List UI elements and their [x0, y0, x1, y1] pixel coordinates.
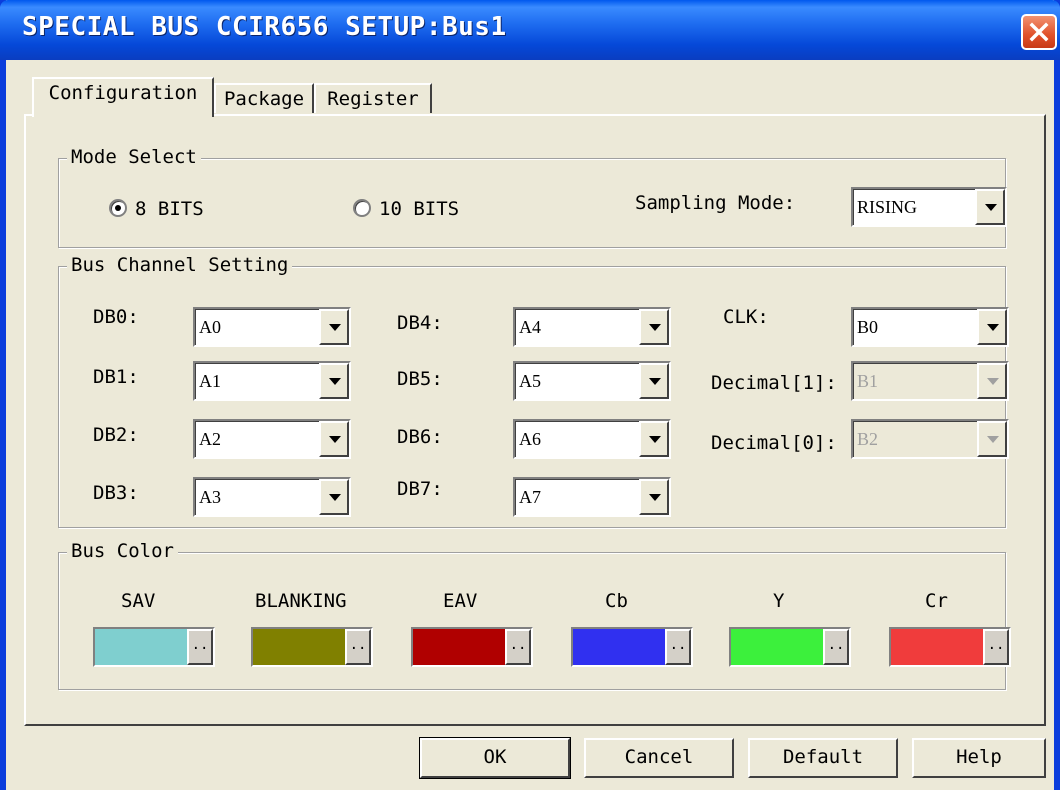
decimal-0-value: B2 [857, 429, 879, 449]
bus-channel-label: Bus Channel Setting [67, 253, 293, 277]
radio-10-bits-label: 10 BITS [379, 198, 460, 220]
radio-8-bits[interactable] [109, 199, 127, 217]
blanking-label: BLANKING [255, 590, 347, 612]
db2-select[interactable]: A2 [193, 419, 351, 459]
db1-select[interactable]: A1 [193, 361, 351, 401]
db5-select[interactable]: A5 [513, 361, 671, 401]
blanking-color-fill [253, 629, 345, 665]
close-button[interactable] [1021, 14, 1057, 50]
help-button[interactable]: Help [912, 738, 1046, 778]
sav-color-fill [95, 629, 187, 665]
radio-selected-dot [115, 205, 121, 211]
cancel-button[interactable]: Cancel [584, 738, 734, 778]
db5-label: DB5: [397, 368, 443, 390]
decimal-1-label: Decimal[1]: [711, 372, 837, 394]
dropdown-arrow-icon[interactable] [639, 479, 669, 515]
db5-value: A5 [519, 371, 541, 391]
blanking-color-picker-button[interactable]: .. [345, 629, 371, 665]
db1-label: DB1: [93, 366, 139, 388]
decimal-0-select: B2 [851, 419, 1009, 459]
cr-label: Cr [925, 590, 948, 612]
bus-color-label: Bus Color [67, 539, 178, 563]
sampling-mode-value: RISING [857, 197, 918, 217]
tab-configuration[interactable]: Configuration [32, 77, 214, 117]
setup-dialog: SPECIAL BUS CCIR656 SETUP:Bus1 Configura… [0, 0, 1060, 790]
clk-select[interactable]: B0 [851, 307, 1009, 347]
db7-select[interactable]: A7 [513, 477, 671, 517]
y-color-fill [731, 629, 823, 665]
clk-value: B0 [857, 317, 879, 337]
cb-color-fill [573, 629, 665, 665]
db4-select[interactable]: A4 [513, 307, 671, 347]
dropdown-arrow-icon[interactable] [975, 189, 1005, 225]
db2-value: A2 [199, 429, 221, 449]
sav-color-picker-button[interactable]: .. [187, 629, 213, 665]
decimal-0-label: Decimal[0]: [711, 432, 837, 454]
configuration-panel: Mode Select 8 BITS 10 BITS Sampling Mode… [24, 114, 1046, 726]
window-title: SPECIAL BUS CCIR656 SETUP:Bus1 [22, 12, 507, 42]
db4-value: A4 [519, 317, 541, 337]
db7-value: A7 [519, 487, 541, 507]
dropdown-arrow-icon [977, 421, 1007, 457]
dropdown-arrow-icon[interactable] [319, 421, 349, 457]
db3-select[interactable]: A3 [193, 477, 351, 517]
cb-color-picker-button[interactable]: .. [665, 629, 691, 665]
tab-register[interactable]: Register [314, 83, 432, 113]
y-color-button[interactable]: .. [729, 627, 851, 667]
db7-label: DB7: [397, 478, 443, 500]
dropdown-arrow-icon[interactable] [639, 309, 669, 345]
sav-color-button[interactable]: .. [93, 627, 215, 667]
cr-color-fill [891, 629, 983, 665]
cb-color-button[interactable]: .. [571, 627, 693, 667]
dropdown-arrow-icon[interactable] [319, 363, 349, 399]
radio-10-bits[interactable] [353, 199, 371, 217]
y-label: Y [773, 590, 785, 612]
db6-select[interactable]: A6 [513, 419, 671, 459]
db0-select[interactable]: A0 [193, 307, 351, 347]
decimal-1-select: B1 [851, 361, 1009, 401]
dropdown-arrow-icon[interactable] [639, 421, 669, 457]
eav-color-button[interactable]: .. [411, 627, 533, 667]
dropdown-arrow-icon[interactable] [977, 309, 1007, 345]
mode-select-group: Mode Select 8 BITS 10 BITS Sampling Mode… [58, 145, 1007, 248]
dropdown-arrow-icon[interactable] [319, 309, 349, 345]
sav-label: SAV [121, 590, 156, 612]
eav-color-picker-button[interactable]: .. [505, 629, 531, 665]
dropdown-arrow-icon [977, 363, 1007, 399]
db3-value: A3 [199, 487, 221, 507]
y-color-picker-button[interactable]: .. [823, 629, 849, 665]
db2-label: DB2: [93, 424, 139, 446]
cr-color-button[interactable]: .. [889, 627, 1011, 667]
db1-value: A1 [199, 371, 221, 391]
cb-label: Cb [605, 590, 628, 612]
default-button[interactable]: Default [748, 738, 898, 778]
dropdown-arrow-icon[interactable] [639, 363, 669, 399]
decimal-1-value: B1 [857, 371, 879, 391]
close-icon [1029, 22, 1049, 42]
mode-select-label: Mode Select [67, 145, 201, 169]
eav-color-fill [413, 629, 505, 665]
dropdown-arrow-icon[interactable] [319, 479, 349, 515]
eav-label: EAV [443, 590, 478, 612]
tab-package[interactable]: Package [214, 83, 314, 113]
title-bar: SPECIAL BUS CCIR656 SETUP:Bus1 [0, 0, 1060, 60]
db4-label: DB4: [397, 312, 443, 334]
ok-button[interactable]: OK [419, 737, 571, 779]
db0-value: A0 [199, 317, 221, 337]
sampling-mode-select[interactable]: RISING [851, 187, 1007, 227]
clk-label: CLK: [723, 306, 769, 328]
bus-color-group: Bus Color SAV .. BLANKING .. EAV .. Cb .… [58, 539, 1011, 690]
cr-color-picker-button[interactable]: .. [983, 629, 1009, 665]
sampling-mode-label: Sampling Mode: [635, 192, 796, 214]
db6-value: A6 [519, 429, 541, 449]
db0-label: DB0: [93, 306, 139, 328]
radio-8-bits-label: 8 BITS [135, 198, 204, 220]
db3-label: DB3: [93, 482, 139, 504]
blanking-color-button[interactable]: .. [251, 627, 373, 667]
db6-label: DB6: [397, 426, 443, 448]
bus-channel-group: Bus Channel Setting DB0: A0 DB1: A1 DB2:… [58, 253, 1009, 528]
